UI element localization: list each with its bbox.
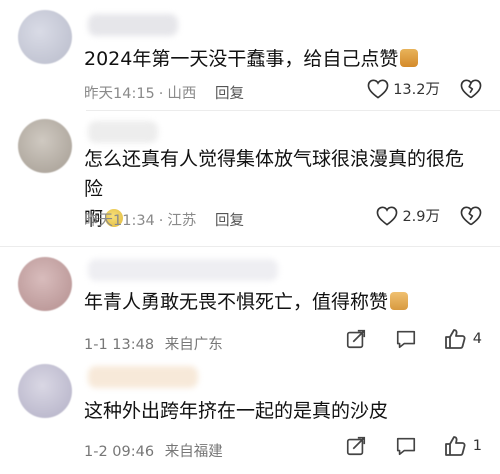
username-blurred[interactable] — [88, 121, 158, 143]
dislike-button[interactable] — [460, 79, 482, 99]
comment-actions: 4 — [345, 327, 482, 351]
cat-emoji-icon — [400, 49, 419, 67]
comment-actions: 2.9万 — [376, 205, 482, 226]
like-count: 4 — [472, 331, 482, 347]
comment-actions: 13.2万 — [367, 78, 482, 99]
comment-button[interactable] — [395, 328, 417, 350]
comment-item: 这种外出跨年挤在一起的是真的沙皮 1-2 09:46 来自福建 1 — [0, 360, 500, 474]
comment-time: 昨天14:15 — [84, 86, 155, 102]
dislike-button[interactable] — [460, 206, 482, 226]
broken-heart-icon — [460, 206, 482, 226]
comment-location: 江苏 — [167, 213, 197, 229]
comment-location: 来自广东 — [164, 337, 223, 353]
comment-time: 1-1 13:48 — [84, 337, 155, 353]
comment-item: 2024年第一天没干蠢事，给自己点赞 昨天14:15 · 山西 回复 13.2万 — [0, 0, 500, 110]
comment-meta: 昨天14:15 · 山西 回复 — [84, 86, 245, 102]
avatar[interactable] — [18, 257, 72, 311]
like-button[interactable]: 13.2万 — [367, 78, 440, 99]
share-button[interactable] — [345, 435, 367, 457]
comment-meta: 1-2 09:46 来自福建 — [84, 440, 223, 461]
thumbs-up-emoji-icon — [390, 292, 409, 310]
like-count: 2.9万 — [402, 209, 440, 225]
comment-icon — [395, 328, 417, 350]
like-button[interactable]: 2.9万 — [376, 205, 440, 226]
comment-icon — [395, 435, 417, 457]
reply-button[interactable]: 回复 — [215, 213, 244, 229]
comment-time: 昨天11:34 — [84, 213, 155, 229]
username-blurred[interactable] — [88, 14, 178, 36]
thumbs-up-icon — [443, 327, 467, 351]
comment-meta: 1-1 13:48 来自广东 — [84, 333, 223, 354]
comment-item: 怎么还真有人觉得集体放气球很浪漫真的很危险 啊 昨天11:34 · 江苏 回复 2.… — [0, 111, 500, 246]
comment-location: 山西 — [167, 86, 197, 102]
heart-outline-icon — [367, 79, 389, 99]
reply-button[interactable]: 回复 — [215, 86, 244, 102]
username-blurred[interactable] — [88, 259, 278, 281]
share-icon — [345, 435, 367, 457]
broken-heart-icon — [460, 79, 482, 99]
like-button[interactable]: 4 — [443, 327, 482, 351]
comment-button[interactable] — [395, 435, 417, 457]
avatar[interactable] — [18, 364, 72, 418]
comment-text: 年青人勇敢无畏不惧死亡，值得称赞 — [84, 287, 474, 317]
comment-location: 来自福建 — [164, 444, 223, 460]
share-button[interactable] — [345, 328, 367, 350]
thumbs-up-icon — [443, 434, 467, 458]
comment-feed: 2024年第一天没干蠢事，给自己点赞 昨天14:15·山西 回复 13.2万 — [0, 0, 500, 474]
comment-text: 这种外出跨年挤在一起的是真的沙皮 — [84, 400, 389, 422]
like-count: 1 — [472, 438, 482, 454]
comment-item: 年青人勇敢无畏不惧死亡，值得称赞 1-1 13:48 来自广东 4 — [0, 247, 500, 359]
avatar[interactable] — [18, 10, 72, 64]
comment-time: 1-2 09:46 — [84, 444, 155, 460]
avatar[interactable] — [18, 119, 72, 173]
like-count: 13.2万 — [393, 82, 440, 98]
comment-meta: 昨天11:34 · 江苏 回复 — [84, 213, 245, 229]
comment-actions: 1 — [345, 434, 482, 458]
like-button[interactable]: 1 — [443, 434, 482, 458]
share-icon — [345, 328, 367, 350]
username-blurred[interactable] — [88, 366, 198, 388]
heart-outline-icon — [376, 206, 398, 226]
comment-text: 2024年第一天没干蠢事，给自己点赞 — [84, 44, 474, 74]
